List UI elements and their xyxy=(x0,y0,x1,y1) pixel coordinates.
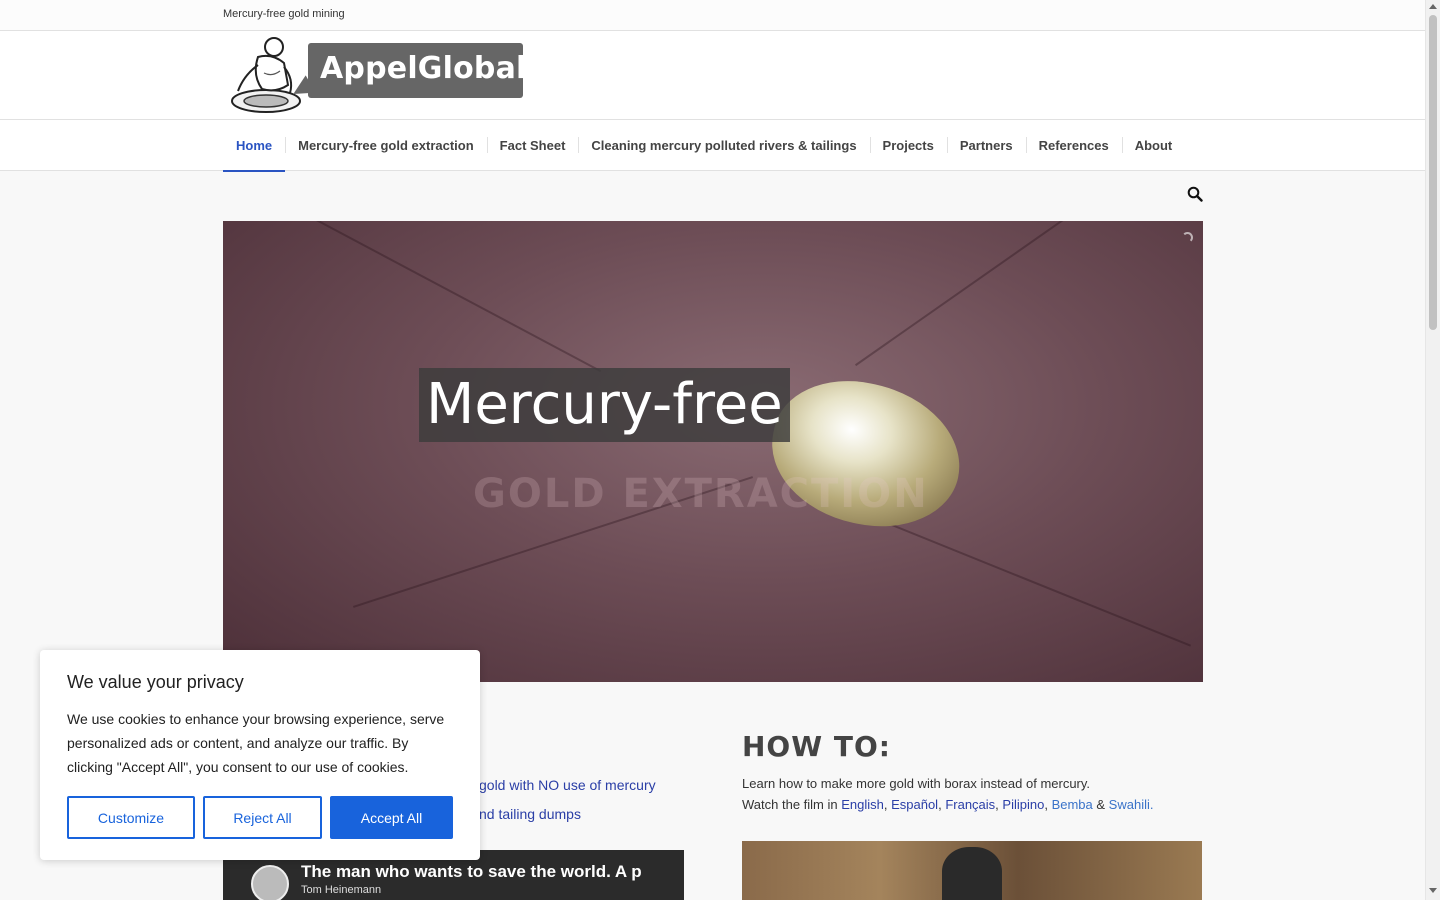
nav-item-cleaning-rivers[interactable]: Cleaning mercury polluted rivers & taili… xyxy=(578,120,869,171)
nav-item-mercury-free-gold-extraction[interactable]: Mercury-free gold extraction xyxy=(285,120,487,171)
site-tagline: Mercury-free gold mining xyxy=(223,8,345,20)
loading-spinner-icon xyxy=(1182,232,1193,243)
howto-line1: Learn how to make more gold with borax i… xyxy=(742,776,1091,791)
film-link-english[interactable]: English xyxy=(841,797,884,812)
tailing-dumps-link[interactable]: nd tailing dumps xyxy=(479,806,581,822)
video-title[interactable]: The man who wants to save the world. A p xyxy=(301,862,642,882)
hero-slider[interactable]: GOLD EXTRACTION Mercury-free xyxy=(223,221,1203,682)
site-header: AppelGlobal xyxy=(0,31,1425,120)
page-scrollbar[interactable] xyxy=(1425,0,1440,900)
scroll-down-arrow-icon[interactable] xyxy=(1429,888,1437,893)
howto-photo xyxy=(742,841,1202,900)
nav-item-about[interactable]: About xyxy=(1121,120,1186,171)
nav-item-projects[interactable]: Projects xyxy=(869,120,947,171)
howto-line2: Watch the film in English, Español, Fran… xyxy=(742,794,1202,815)
film-link-francais[interactable]: Français xyxy=(945,797,995,812)
film-link-espanol[interactable]: Español xyxy=(891,797,938,812)
top-bar: Mercury-free gold mining xyxy=(0,0,1425,31)
video-author: Tom Heinemann xyxy=(301,884,382,896)
main-nav: Home Mercury-free gold extraction Fact S… xyxy=(0,120,1425,172)
palm-line xyxy=(264,221,602,373)
scroll-up-arrow-icon[interactable] xyxy=(1429,4,1437,9)
mercury-free-link[interactable]: gold with NO use of mercury xyxy=(479,777,656,793)
howto-heading: HOW TO: xyxy=(742,730,891,763)
search-icon[interactable] xyxy=(1187,186,1203,202)
film-link-swahili[interactable]: Swahili. xyxy=(1109,797,1154,812)
howto-column: HOW TO: Learn how to make more gold with… xyxy=(742,720,1202,900)
film-link-bemba[interactable]: Bemba xyxy=(1052,797,1093,812)
separator: , xyxy=(1044,797,1052,812)
gold-panner-logo-icon xyxy=(231,37,301,113)
film-link-pilipino[interactable]: Pilipino xyxy=(1002,797,1044,812)
customize-button[interactable]: Customize xyxy=(67,796,195,839)
cookie-message: We use cookies to enhance your browsing … xyxy=(67,711,445,775)
palm-line xyxy=(875,517,1191,647)
reject-all-button[interactable]: Reject All xyxy=(203,796,322,839)
hero-subline: GOLD EXTRACTION xyxy=(473,471,929,517)
site-logo[interactable]: AppelGlobal xyxy=(228,35,528,117)
accept-all-button[interactable]: Accept All xyxy=(330,796,453,839)
hero-headline: Mercury-free xyxy=(419,368,790,442)
channel-avatar xyxy=(251,865,289,900)
separator: & xyxy=(1092,797,1109,812)
cookie-title: We value your privacy xyxy=(67,672,244,692)
howto-line2-prefix: Watch the film in xyxy=(742,797,842,812)
nav-item-home[interactable]: Home xyxy=(223,120,286,172)
miner-photo-figure xyxy=(942,847,1002,900)
cookie-consent-banner: We value your privacy We use cookies to … xyxy=(40,650,480,860)
nav-item-partners[interactable]: Partners xyxy=(946,120,1026,171)
nav-item-fact-sheet[interactable]: Fact Sheet xyxy=(486,120,579,171)
palm-line xyxy=(854,221,1152,367)
logo-wordmark: AppelGlobal xyxy=(308,43,526,98)
separator: , xyxy=(883,797,892,812)
scrollbar-thumb[interactable] xyxy=(1429,15,1437,330)
howto-body: Learn how to make more gold with borax i… xyxy=(742,773,1202,815)
nav-item-references[interactable]: References xyxy=(1025,120,1122,171)
